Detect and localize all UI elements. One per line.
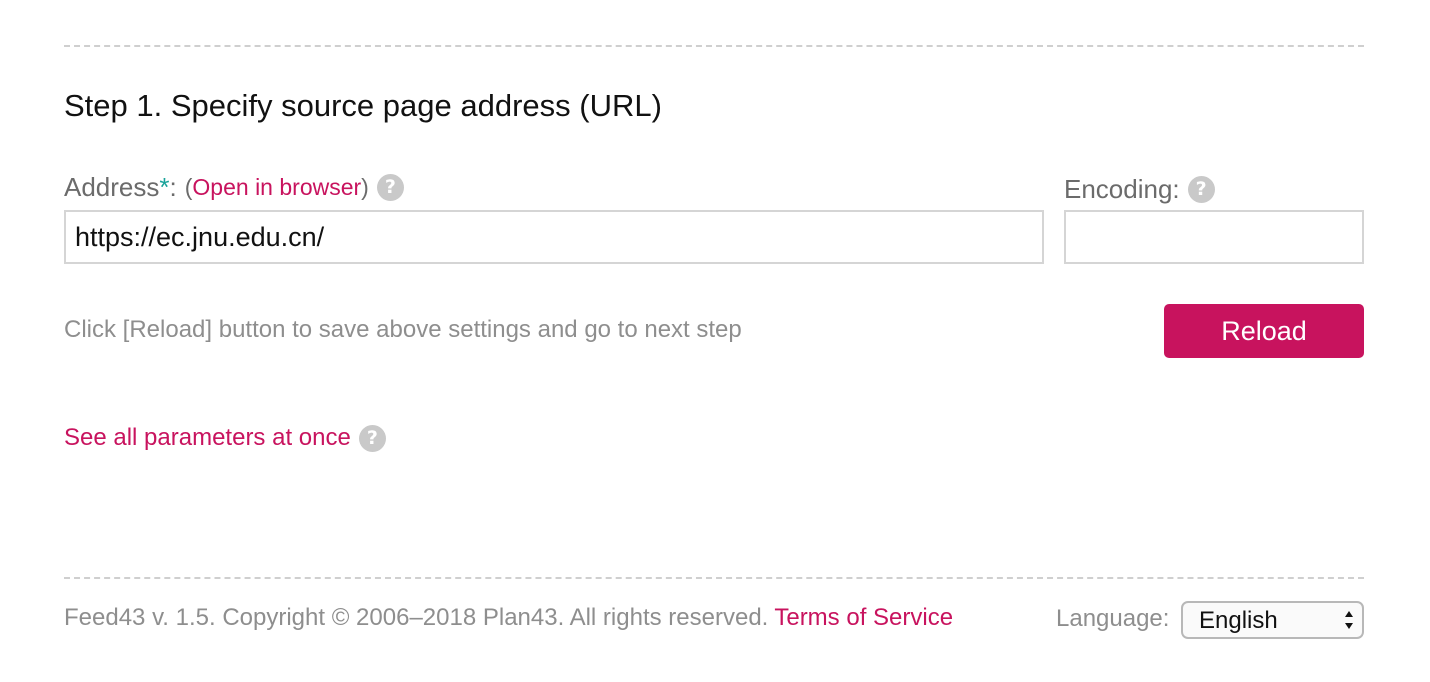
question-circle-icon[interactable]: ? [376, 174, 404, 201]
top-divider [64, 45, 1364, 47]
terms-of-service-link[interactable]: Terms of Service [774, 604, 953, 631]
address-label: Address [64, 172, 160, 202]
step-title: Step 1. Specify source page address (URL… [64, 88, 662, 123]
open-in-browser-link[interactable]: Open in browser [192, 174, 361, 200]
language-selected-value: English [1199, 607, 1278, 634]
footer-copyright-row: Feed43 v. 1.5. Copyright © 2006–2018 Pla… [64, 604, 953, 632]
address-colon: : [169, 172, 177, 202]
encoding-label-row: Encoding: ? [1064, 174, 1215, 205]
address-label-row: Address *: (Open in browser) ? [64, 172, 404, 203]
encoding-label: Encoding: [1064, 174, 1180, 204]
required-asterisk: * [159, 172, 170, 202]
copyright-text: Feed43 v. 1.5. Copyright © 2006–2018 Pla… [64, 604, 769, 631]
reload-hint: Click [Reload] button to save above sett… [64, 316, 742, 343]
close-paren: ) [361, 174, 369, 200]
question-circle-icon[interactable]: ? [358, 424, 386, 452]
see-all-row: See all parameters at once ? [64, 424, 386, 452]
select-arrows-icon [1345, 611, 1353, 629]
question-circle-icon[interactable]: ? [1187, 176, 1215, 203]
see-all-parameters-link[interactable]: See all parameters at once [64, 424, 351, 452]
language-select[interactable]: English [1181, 601, 1364, 639]
open-in-browser-wrapper: (Open in browser) [185, 174, 369, 201]
bottom-divider [64, 577, 1364, 579]
address-input[interactable] [64, 210, 1044, 264]
encoding-input[interactable] [1064, 210, 1364, 264]
reload-button[interactable]: Reload [1164, 304, 1364, 358]
language-label: Language: [1056, 605, 1170, 632]
